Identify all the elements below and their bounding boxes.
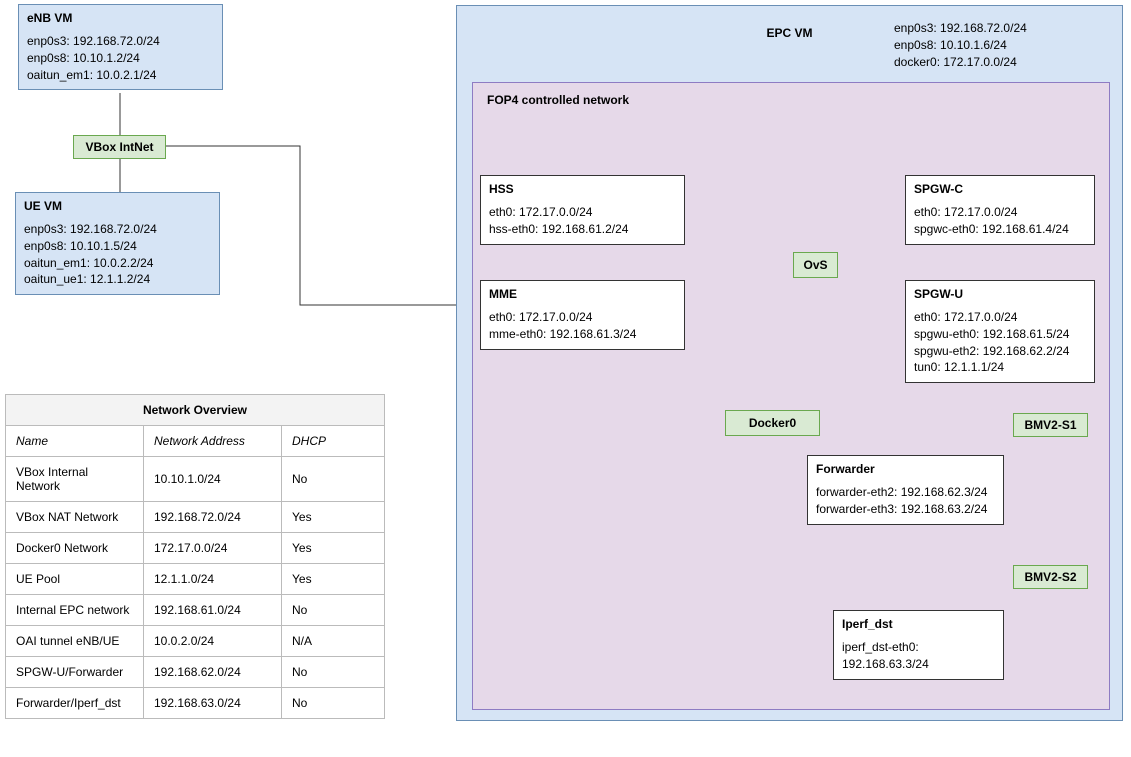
ovs-label: OvS	[803, 258, 827, 272]
hss-l1: eth0: 172.17.0.0/24	[489, 204, 676, 221]
ue-l1: enp0s3: 192.168.72.0/24	[24, 221, 211, 238]
docker0-box: Docker0	[725, 410, 820, 436]
network-overview-table: Network Overview Name Network Address DH…	[5, 394, 385, 719]
table-row: UE Pool12.1.1.0/24Yes	[6, 564, 385, 595]
enb-l3: oaitun_em1: 10.0.2.1/24	[27, 67, 214, 84]
ovs-box: OvS	[793, 252, 838, 278]
epc-info: enp0s3: 192.168.72.0/24 enp0s8: 10.10.1.…	[894, 20, 1027, 70]
table-row: Internal EPC network192.168.61.0/24No	[6, 595, 385, 626]
iperf-box: Iperf_dst iperf_dst-eth0: 192.168.63.3/2…	[833, 610, 1004, 680]
hss-title: HSS	[489, 182, 676, 196]
enb-l1: enp0s3: 192.168.72.0/24	[27, 33, 214, 50]
spgwu-l4: tun0: 12.1.1.1/24	[914, 359, 1086, 376]
spgwc-title: SPGW-C	[914, 182, 1086, 196]
bmv2s1-label: BMV2-S1	[1024, 418, 1076, 432]
fop4-title: FOP4 controlled network	[487, 93, 629, 107]
iperf-l1: iperf_dst-eth0: 192.168.63.3/24	[842, 639, 995, 673]
table-row: SPGW-U/Forwarder192.168.62.0/24No	[6, 657, 385, 688]
spgwc-l2: spgwc-eth0: 192.168.61.4/24	[914, 221, 1086, 238]
spgwu-title: SPGW-U	[914, 287, 1086, 301]
mme-title: MME	[489, 287, 676, 301]
enb-l2: enp0s8: 10.10.1.2/24	[27, 50, 214, 67]
spgwc-l1: eth0: 172.17.0.0/24	[914, 204, 1086, 221]
col-addr: Network Address	[144, 426, 282, 457]
mme-box: MME eth0: 172.17.0.0/24 mme-eth0: 192.16…	[480, 280, 685, 350]
hss-box: HSS eth0: 172.17.0.0/24 hss-eth0: 192.16…	[480, 175, 685, 245]
spgwu-l2: spgwu-eth0: 192.168.61.5/24	[914, 326, 1086, 343]
vbox-intnet-label: VBox IntNet	[85, 140, 153, 154]
table-row: VBox Internal Network10.10.1.0/24No	[6, 457, 385, 502]
epc-l2: enp0s8: 10.10.1.6/24	[894, 37, 1027, 54]
ue-l2: enp0s8: 10.10.1.5/24	[24, 238, 211, 255]
table-row: OAI tunnel eNB/UE10.0.2.0/24N/A	[6, 626, 385, 657]
forwarder-title: Forwarder	[816, 462, 995, 476]
col-name: Name	[6, 426, 144, 457]
table-row: Forwarder/Iperf_dst192.168.63.0/24No	[6, 688, 385, 719]
spgwc-box: SPGW-C eth0: 172.17.0.0/24 spgwc-eth0: 1…	[905, 175, 1095, 245]
ue-vm-box: UE VM enp0s3: 192.168.72.0/24 enp0s8: 10…	[15, 192, 220, 295]
table-title: Network Overview	[6, 395, 385, 426]
hss-l2: hss-eth0: 192.168.61.2/24	[489, 221, 676, 238]
forwarder-box: Forwarder forwarder-eth2: 192.168.62.3/2…	[807, 455, 1004, 525]
docker0-label: Docker0	[749, 416, 796, 430]
ue-l3: oaitun_em1: 10.0.2.2/24	[24, 255, 211, 272]
bmv2s1-box: BMV2-S1	[1013, 413, 1088, 437]
vbox-intnet-box: VBox IntNet	[73, 135, 166, 159]
mme-l1: eth0: 172.17.0.0/24	[489, 309, 676, 326]
bmv2s2-box: BMV2-S2	[1013, 565, 1088, 589]
enb-title: eNB VM	[27, 11, 214, 25]
spgwu-l1: eth0: 172.17.0.0/24	[914, 309, 1086, 326]
ue-title: UE VM	[24, 199, 211, 213]
ue-l4: oaitun_ue1: 12.1.1.2/24	[24, 271, 211, 288]
iperf-title: Iperf_dst	[842, 617, 995, 631]
col-dhcp: DHCP	[282, 426, 385, 457]
epc-l1: enp0s3: 192.168.72.0/24	[894, 20, 1027, 37]
table-row: Docker0 Network172.17.0.0/24Yes	[6, 533, 385, 564]
bmv2s2-label: BMV2-S2	[1024, 570, 1076, 584]
spgwu-l3: spgwu-eth2: 192.168.62.2/24	[914, 343, 1086, 360]
enb-vm-box: eNB VM enp0s3: 192.168.72.0/24 enp0s8: 1…	[18, 4, 223, 90]
spgwu-box: SPGW-U eth0: 172.17.0.0/24 spgwu-eth0: 1…	[905, 280, 1095, 383]
forwarder-l2: forwarder-eth3: 192.168.63.2/24	[816, 501, 995, 518]
table-row: VBox NAT Network192.168.72.0/24Yes	[6, 502, 385, 533]
mme-l2: mme-eth0: 192.168.61.3/24	[489, 326, 676, 343]
epc-l3: docker0: 172.17.0.0/24	[894, 54, 1027, 71]
forwarder-l1: forwarder-eth2: 192.168.62.3/24	[816, 484, 995, 501]
